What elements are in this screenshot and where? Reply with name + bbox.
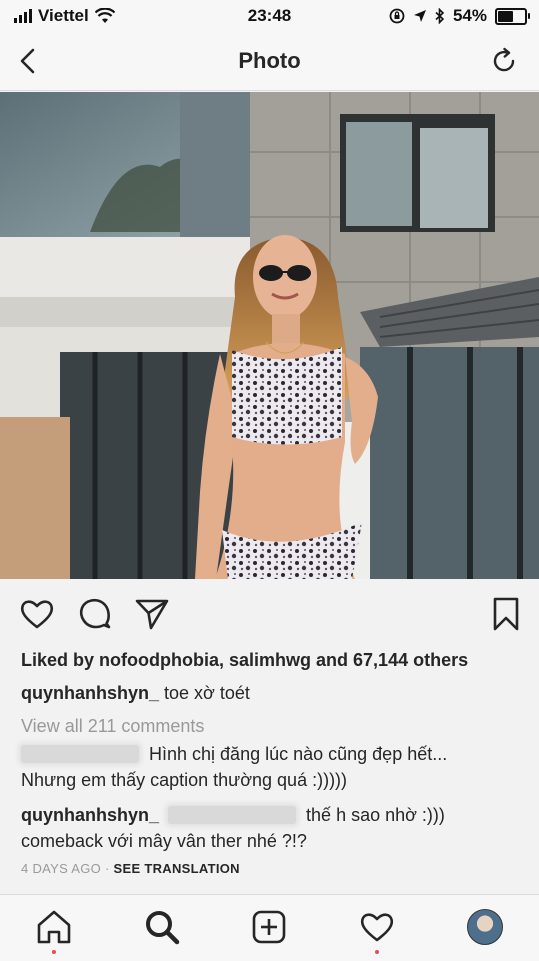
- comment-item: Hình chị đăng lúc nào cũng đẹp hết... Nh…: [21, 741, 521, 793]
- post-timestamp-row: 4 DAYS AGO · SEE TRANSLATION: [21, 861, 240, 876]
- view-all-comments-link[interactable]: View all 211 comments: [21, 716, 204, 737]
- home-icon[interactable]: [34, 907, 74, 947]
- share-icon[interactable]: [134, 596, 170, 632]
- separator: ·: [101, 861, 114, 876]
- profile-avatar[interactable]: [467, 909, 503, 945]
- blurred-username: [21, 745, 139, 763]
- comment-text-line2: comeback với mây vân ther nhé ?!?: [21, 831, 307, 851]
- activity-icon[interactable]: [357, 907, 397, 947]
- likes-summary[interactable]: Liked by nofoodphobia, salimhwg and 67,1…: [21, 650, 468, 671]
- caption-username[interactable]: quynhanhshyn_: [21, 683, 159, 703]
- page-title: Photo: [238, 48, 301, 73]
- nav-bar: Photo: [0, 32, 539, 91]
- comment-text-line2: Nhưng em thấy caption thường quá :))))): [21, 770, 348, 790]
- battery-percent: 54%: [452, 6, 487, 25]
- battery-icon: [495, 7, 530, 25]
- post-photo[interactable]: [0, 92, 539, 579]
- photo-illustration: [0, 92, 539, 579]
- status-bar: Viettel 23:48 54%: [0, 0, 539, 32]
- see-translation-link[interactable]: SEE TRANSLATION: [114, 861, 240, 876]
- location-icon: [413, 10, 426, 22]
- bottom-tab-bar: [0, 894, 539, 961]
- liked-by-and: and: [311, 650, 354, 670]
- bluetooth-icon: [435, 8, 445, 24]
- refresh-icon[interactable]: [489, 46, 519, 76]
- home-notification-dot: [52, 950, 56, 954]
- comment-item: quynhanhshyn_ thế h sao nhờ :))) comebac…: [21, 802, 521, 854]
- liked-by-prefix: Liked by: [21, 650, 100, 670]
- post-caption: quynhanhshyn_ toe xờ toét: [21, 683, 250, 704]
- post-actions: [0, 590, 539, 636]
- add-icon[interactable]: [249, 907, 289, 947]
- comment-username[interactable]: quynhanhshyn_: [21, 805, 159, 825]
- comment-icon[interactable]: [77, 596, 113, 632]
- caption-text: toe xờ toét: [164, 683, 250, 703]
- liked-by-users[interactable]: nofoodphobia, salimhwg: [99, 650, 311, 670]
- comment-text-line1: Hình chị đăng lúc nào cũng đẹp hết...: [149, 744, 448, 764]
- liked-by-count[interactable]: 67,144 others: [353, 650, 468, 670]
- post-time-ago: 4 DAYS AGO: [21, 861, 102, 876]
- activity-notification-dot: [375, 950, 379, 954]
- bookmark-icon[interactable]: [488, 596, 524, 632]
- search-icon[interactable]: [142, 907, 182, 947]
- rotation-lock-icon: [389, 8, 405, 24]
- comment-text-line1: thế h sao nhờ :))): [306, 805, 445, 825]
- blurred-mention: [168, 806, 297, 824]
- heart-icon[interactable]: [19, 596, 55, 632]
